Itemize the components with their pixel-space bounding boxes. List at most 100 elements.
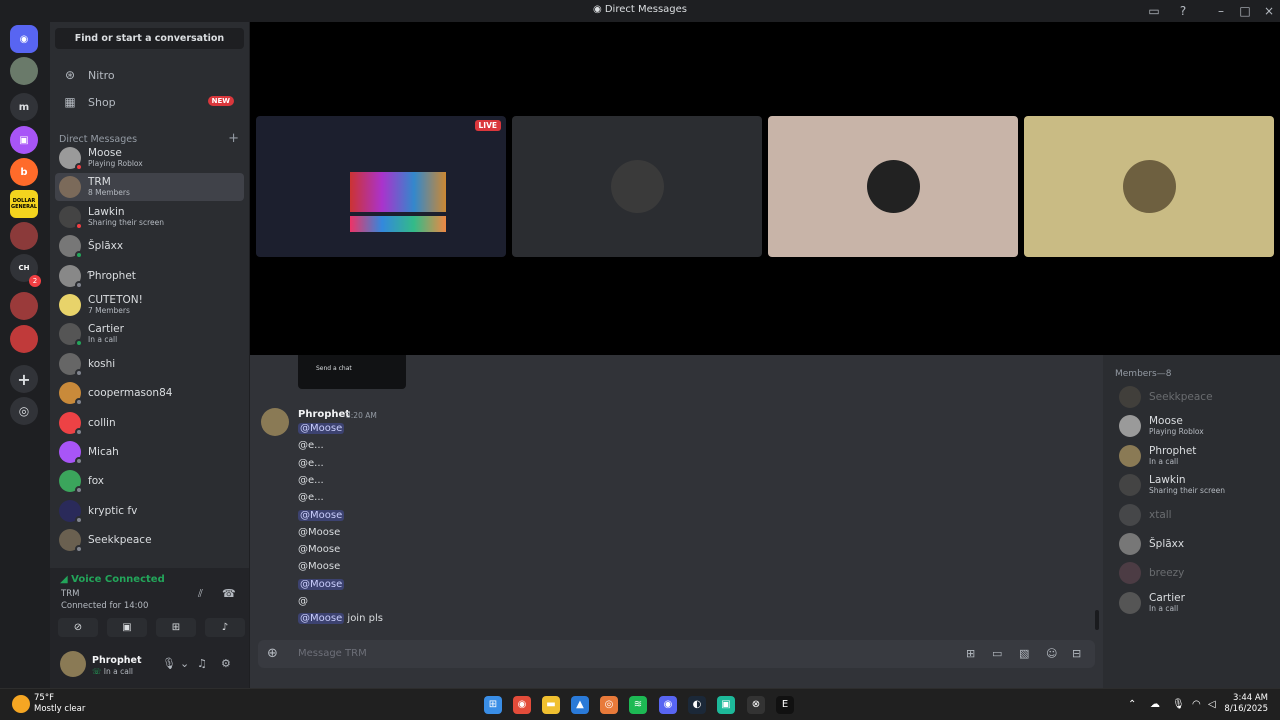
screen-share-tile[interactable]: LIVE — [256, 116, 506, 257]
member-item[interactable]: Phrophet In a call — [1119, 442, 1279, 470]
find-conversation-button[interactable]: Find or start a conversation — [55, 28, 244, 49]
server-icon[interactable] — [10, 57, 38, 85]
member-activity: In a call — [1149, 603, 1179, 613]
dm-item[interactable]: Micah — [55, 438, 244, 466]
camera-off-button[interactable]: ⊘ — [58, 618, 98, 637]
clock[interactable]: 3:44 AM 8/16/2025 — [1224, 693, 1268, 715]
member-item[interactable]: Šplãxx — [1119, 530, 1279, 558]
volume-icon[interactable]: ◁ — [1208, 699, 1216, 710]
headphones-icon[interactable]: ♫ — [197, 657, 207, 670]
folder-icon[interactable]: ▬ — [542, 696, 560, 714]
dm-item[interactable]: Šplãxx — [55, 232, 244, 260]
shop-link[interactable]: ▦ Shop NEW — [55, 90, 244, 114]
help-icon[interactable]: ? — [1175, 3, 1191, 19]
xbox-icon[interactable]: ⊗ — [747, 696, 765, 714]
mic-tray-icon[interactable]: 🎙 — [1172, 699, 1185, 710]
participant-tile[interactable] — [512, 116, 762, 257]
server-icon[interactable]: b — [10, 158, 38, 186]
share-screen-button[interactable]: ▣ — [107, 618, 147, 637]
avatar[interactable] — [261, 408, 289, 436]
photos-icon[interactable]: ▲ — [571, 696, 589, 714]
message-line: @e... — [298, 458, 324, 469]
nitro-link[interactable]: ⊛ Nitro — [55, 63, 244, 87]
scrollbar[interactable] — [1095, 610, 1099, 630]
dm-item[interactable]: Seekkpeace — [55, 526, 244, 554]
dm-item[interactable]: coopermason84 — [55, 379, 244, 407]
dm-item[interactable]: Ƥhrophet — [55, 262, 244, 290]
activity-icon[interactable]: ⊟ — [1072, 647, 1081, 660]
member-item[interactable]: Seekkpeace — [1119, 383, 1279, 411]
server-icon[interactable] — [10, 292, 38, 320]
explore-icon[interactable]: ◎ — [10, 397, 38, 425]
message-text: @Moose — [298, 526, 341, 538]
add-attachment-icon[interactable]: ⊕ — [267, 646, 278, 661]
server-icon[interactable] — [10, 222, 38, 250]
avatar — [1119, 415, 1141, 438]
dm-item[interactable]: collin — [55, 409, 244, 437]
maximize-button[interactable]: □ — [1237, 3, 1253, 19]
member-item[interactable]: Moose Playing Roblox — [1119, 412, 1279, 440]
twitch-server-icon[interactable]: ▣ — [10, 126, 38, 154]
add-server-icon[interactable]: + — [10, 365, 38, 393]
app-icon[interactable]: ▣ — [717, 696, 735, 714]
live-badge: LIVE — [474, 120, 501, 131]
member-item[interactable]: Cartier In a call — [1119, 589, 1279, 617]
avatar[interactable] — [60, 651, 86, 677]
disconnect-icon[interactable]: ☎ — [222, 587, 236, 600]
server-m[interactable]: m — [10, 93, 38, 121]
participant-tile[interactable] — [1024, 116, 1274, 257]
emoji-icon[interactable]: ☺ — [1046, 647, 1057, 660]
dm-item[interactable]: koshi — [55, 350, 244, 378]
soundboard-button[interactable]: ♪ — [205, 618, 245, 637]
wifi-icon[interactable]: ◠ — [1192, 699, 1201, 710]
sticker-icon[interactable]: ▧ — [1019, 647, 1029, 660]
dm-item[interactable]: Cartier In a call — [55, 320, 244, 348]
minimize-button[interactable]: – — [1213, 3, 1229, 19]
server-icon[interactable] — [10, 325, 38, 353]
member-item[interactable]: breezy — [1119, 559, 1279, 587]
dm-item[interactable]: TRM 8 Members — [55, 173, 244, 202]
user-mention[interactable]: @Moose — [298, 423, 345, 434]
home-icon[interactable]: ◉ — [10, 25, 38, 53]
username[interactable]: Phrophet — [92, 655, 142, 666]
spotify-icon[interactable]: ≋ — [629, 696, 647, 714]
user-mention[interactable]: @Moose — [298, 578, 345, 590]
weather-widget[interactable]: 75°F Mostly clear — [34, 693, 85, 715]
app-icon[interactable]: ◎ — [600, 696, 618, 714]
gif-icon[interactable]: ▭ — [992, 647, 1002, 660]
chrome-icon[interactable]: ◉ — [513, 696, 531, 714]
activity-button[interactable]: ⊞ — [156, 618, 196, 637]
avatar — [611, 160, 664, 213]
user-mention[interactable]: @Moose — [298, 509, 345, 521]
noise-suppression-icon[interactable]: ⫽ — [198, 587, 203, 601]
dm-item[interactable]: kryptic fv — [55, 497, 244, 525]
phone-icon: ☏ — [92, 667, 104, 676]
dm-item[interactable]: Moose Playing Roblox — [55, 144, 244, 172]
message-author[interactable]: Phrophet — [298, 409, 350, 420]
chevron-up-icon[interactable]: ⌃ — [1128, 699, 1136, 710]
dm-item[interactable]: fox — [55, 467, 244, 495]
epic-games-icon[interactable]: E — [776, 696, 794, 714]
voice-channel[interactable]: TRM — [61, 589, 79, 599]
member-item[interactable]: xtall — [1119, 501, 1279, 529]
close-button[interactable]: × — [1261, 3, 1277, 19]
cloud-icon[interactable]: ☁ — [1150, 699, 1160, 710]
steam-icon[interactable]: ◐ — [688, 696, 706, 714]
message-text: @ — [298, 596, 308, 607]
gear-icon[interactable]: ⚙ — [221, 657, 231, 670]
inbox-icon[interactable]: ▭ — [1146, 3, 1162, 19]
weather-icon[interactable] — [12, 695, 30, 713]
message-line: @e... — [298, 475, 324, 486]
discord-taskbar-icon[interactable]: ◉ — [659, 696, 677, 714]
member-item[interactable]: Lawkin Sharing their screen — [1119, 471, 1279, 499]
mic-icon[interactable]: 🎙 — [162, 657, 176, 670]
chevron-down-icon[interactable]: ⌄ — [180, 657, 189, 670]
dollar-general-server[interactable]: DOLLAR GENERAL — [10, 190, 38, 218]
dm-item[interactable]: CUTETON! 7 Members — [55, 291, 244, 319]
start-icon[interactable]: ⊞ — [484, 696, 502, 714]
message-input[interactable]: ⊕ Message TRM ⊞ ▭ ▧ ☺ ⊟ — [258, 640, 1095, 668]
participant-tile[interactable] — [768, 116, 1018, 257]
gift-icon[interactable]: ⊞ — [966, 647, 975, 660]
user-mention[interactable]: @Moose — [298, 613, 345, 625]
dm-item[interactable]: Lawkin Sharing their screen — [55, 203, 244, 231]
